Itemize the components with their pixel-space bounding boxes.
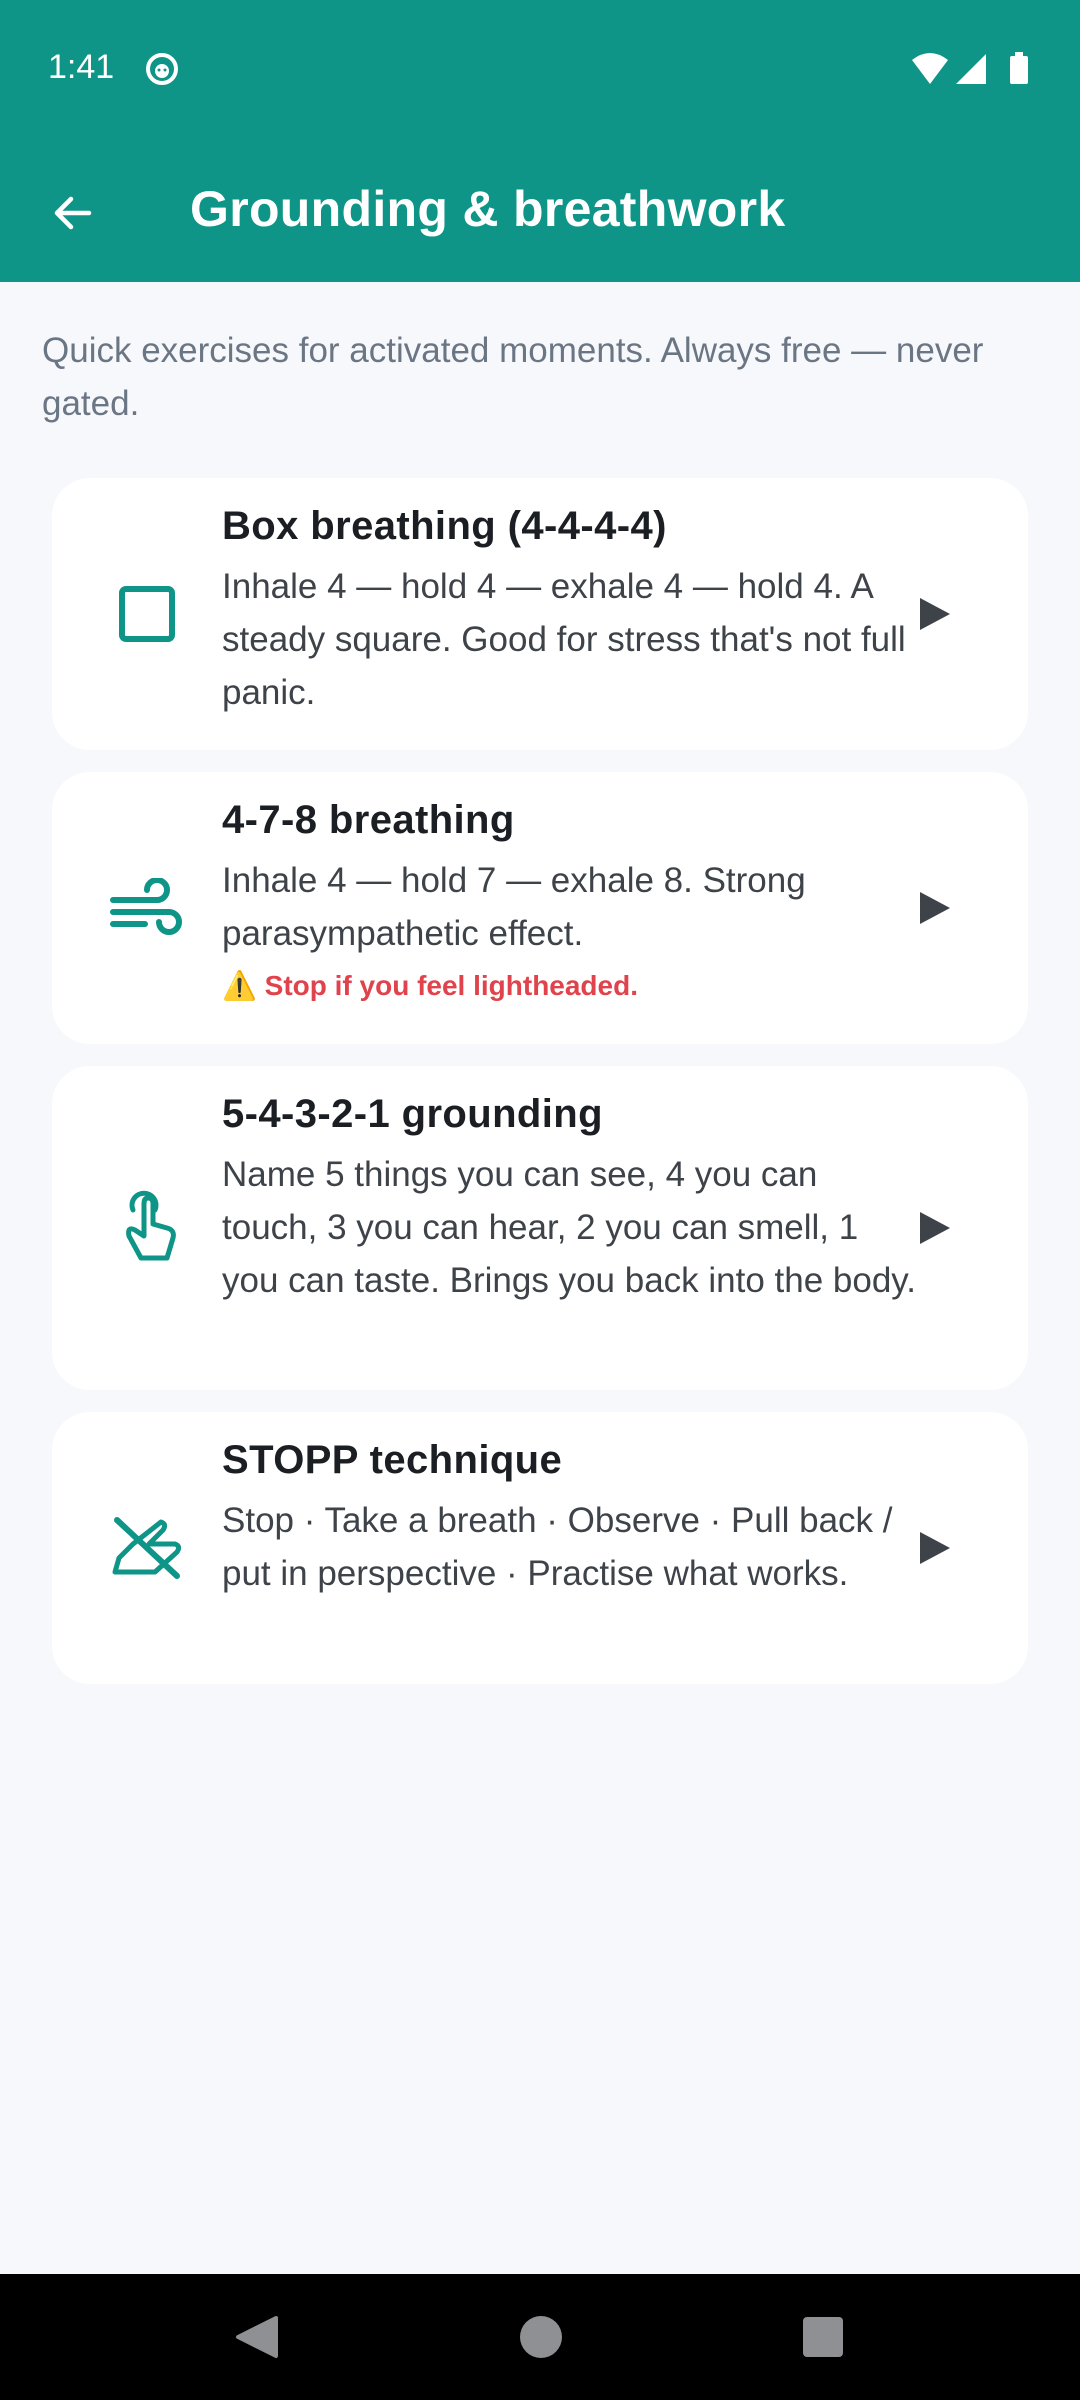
card-title: STOPP technique [222,1438,563,1482]
top-bar: 1:41 Grounding & breathwork [0,0,1080,282]
back-button[interactable] [30,170,116,256]
card-title: 5-4-3-2-1 grounding [222,1092,603,1136]
battery-icon [1010,52,1028,84]
play-icon[interactable] [914,1208,954,1248]
nav-recents-icon[interactable] [802,2316,844,2358]
card-description: Name 5 things you can see, 4 you can tou… [222,1155,916,1300]
app-bar: Grounding & breathwork [0,138,1080,282]
do-not-touch-icon [102,1503,192,1593]
signal-icon [956,54,986,84]
card-body: Box breathing (4-4-4-4) Inhale 4 — hold … [222,500,922,719]
warning-text: ⚠️ Stop if you feel lightheaded. [222,970,638,1001]
play-icon[interactable] [914,888,954,928]
system-nav-bar [0,2274,1080,2400]
play-icon[interactable] [914,594,954,634]
nav-home-icon[interactable] [518,2314,564,2360]
touch-hand-icon [102,1183,192,1273]
card-title: 4-7-8 breathing [222,798,515,842]
card-body: 4-7-8 breathing Inhale 4 — hold 7 — exha… [222,794,922,1006]
exercise-card-stopp[interactable]: STOPP technique Stop · Take a breath · O… [52,1412,1028,1684]
card-title: Box breathing (4-4-4-4) [222,504,667,548]
intro-text: Quick exercises for activated moments. A… [42,331,984,423]
status-time: 1:41 [48,48,115,86]
card-description: Inhale 4 — hold 4 — exhale 4 — hold 4. A… [222,567,906,712]
wifi-icon [912,53,948,84]
notification-face-icon [146,53,178,85]
exercise-card-box-breathing[interactable]: Box breathing (4-4-4-4) Inhale 4 — hold … [52,478,1028,750]
air-wind-icon [102,863,192,953]
card-description: Inhale 4 — hold 7 — exhale 8. Strong par… [222,861,806,953]
card-body: STOPP technique Stop · Take a breath · O… [222,1434,922,1600]
square-outline-icon [102,569,192,659]
exercise-card-478-breathing[interactable]: 4-7-8 breathing Inhale 4 — hold 7 — exha… [52,772,1028,1044]
card-description: Stop · Take a breath · Observe · Pull ba… [222,1501,893,1593]
nav-back-icon[interactable] [234,2314,280,2360]
exercise-card-54321-grounding[interactable]: 5-4-3-2-1 grounding Name 5 things you ca… [52,1066,1028,1390]
status-icons [912,52,1028,84]
screen: 1:41 Grounding & breathwork Quick exerci… [0,0,1080,2400]
play-icon[interactable] [914,1528,954,1568]
status-bar: 1:41 [0,0,1080,138]
page-title: Grounding & breathwork [190,181,786,237]
card-body: 5-4-3-2-1 grounding Name 5 things you ca… [222,1088,922,1307]
arrow-back-icon [54,196,92,230]
